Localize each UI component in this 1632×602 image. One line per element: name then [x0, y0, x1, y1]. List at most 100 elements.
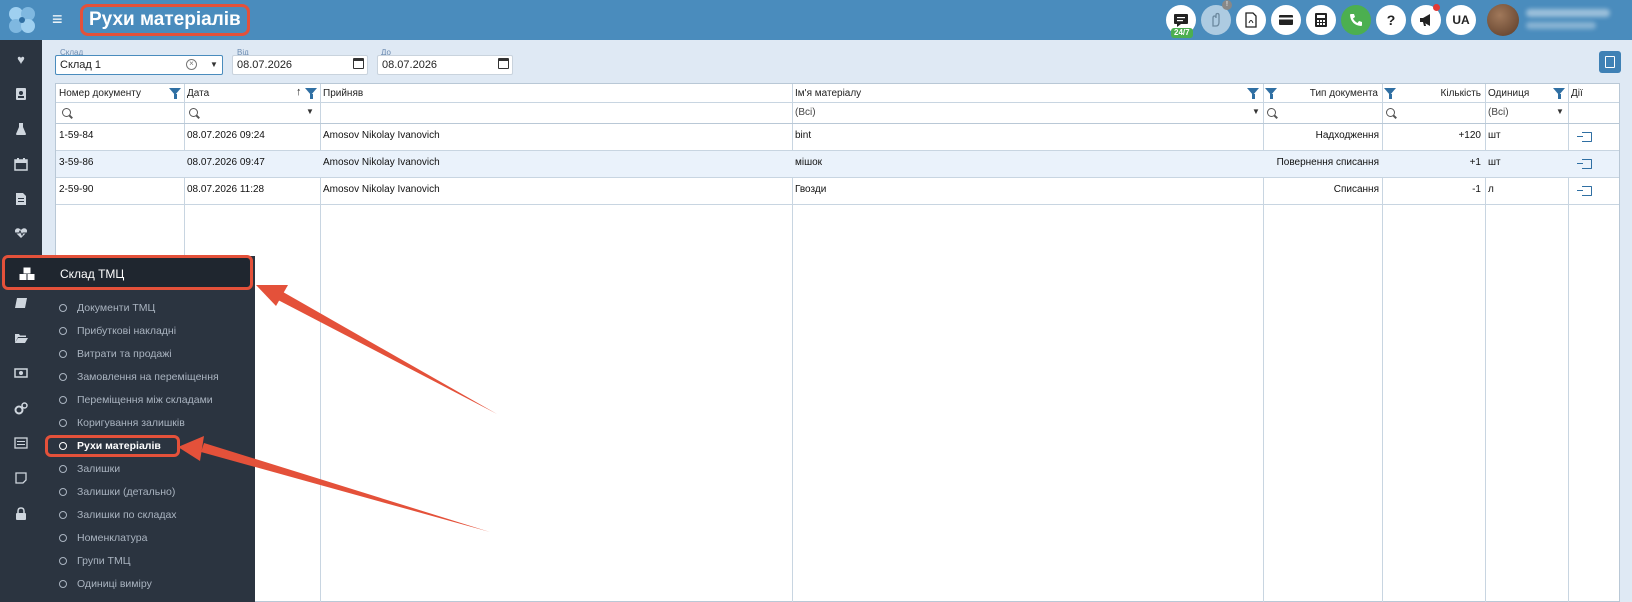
menu-item-adjustments[interactable]: Коригування залишків — [59, 414, 185, 432]
chevron-down-icon[interactable]: ▼ — [1556, 107, 1564, 116]
menu-item-label: Одиниці виміру — [77, 578, 152, 590]
date-from-value: 08.07.2026 — [237, 59, 293, 71]
search-icon[interactable] — [189, 108, 198, 117]
column-header-date[interactable]: Дата — [187, 88, 209, 99]
phone-icon[interactable] — [1341, 5, 1371, 35]
menu-item-label: Залишки — [77, 463, 121, 475]
cell-date: 08.07.2026 09:47 — [187, 157, 265, 168]
column-header-unit[interactable]: Одиниця — [1488, 88, 1529, 99]
date-from-input[interactable]: 08.07.2026 — [232, 55, 368, 75]
heart-icon[interactable]: ♥ — [13, 52, 29, 68]
filter-icon[interactable] — [1553, 88, 1565, 99]
top-bar: ≡ Рухи матеріалів ? UA 24/7 ! — [0, 0, 1632, 40]
open-document-icon[interactable] — [1577, 132, 1592, 142]
card-icon[interactable] — [1271, 5, 1301, 35]
filter-icon[interactable] — [1265, 88, 1277, 99]
column-header-accepted[interactable]: Прийняв — [323, 88, 363, 99]
menu-item-balances-by-warehouse[interactable]: Залишки по складах — [59, 506, 177, 524]
support-badge: 24/7 — [1171, 28, 1193, 38]
open-document-icon[interactable] — [1577, 159, 1592, 169]
warehouse-select[interactable]: Склад 1 — [55, 55, 223, 75]
warehouse-select-value: Склад 1 — [60, 59, 102, 71]
table-row[interactable]: 2-59-90 08.07.2026 11:28 Amosov Nikolay … — [56, 178, 1619, 205]
help-icon[interactable]: ? — [1376, 5, 1406, 35]
column-header-doc-number[interactable]: Номер документу — [59, 88, 141, 99]
book-icon[interactable] — [13, 297, 29, 313]
settings-icon[interactable] — [13, 402, 29, 418]
cash-icon[interactable] — [13, 367, 29, 383]
date-to-value: 08.07.2026 — [382, 59, 438, 71]
chevron-down-icon[interactable]: ▼ — [306, 107, 314, 116]
filter-icon[interactable] — [1384, 88, 1396, 99]
menu-item-tmc-documents[interactable]: Документи ТМЦ — [59, 299, 155, 317]
list-icon[interactable] — [13, 437, 29, 453]
date-to-input[interactable]: 08.07.2026 — [377, 55, 513, 75]
menu-item-nomenclature[interactable]: Номенклатура — [59, 529, 147, 547]
material-filter-value[interactable]: (Всі) — [795, 107, 816, 118]
document-icon[interactable] — [13, 192, 29, 208]
pdf-icon[interactable] — [1236, 5, 1266, 35]
menu-item-label: Коригування залишків — [77, 417, 185, 429]
filter-icon[interactable] — [305, 88, 317, 99]
cell-material: Гвозди — [795, 184, 827, 195]
circle-icon — [59, 534, 67, 542]
menu-item-label: Залишки по складах — [77, 509, 177, 521]
cell-doc-number: 3-59-86 — [59, 157, 94, 168]
flask-icon[interactable] — [13, 122, 29, 138]
menu-item-balances[interactable]: Залишки — [59, 460, 120, 478]
lock-icon[interactable] — [13, 507, 29, 523]
app-logo[interactable] — [6, 4, 38, 36]
circle-icon — [59, 419, 67, 427]
language-switch[interactable]: UA — [1446, 5, 1476, 35]
submenu-header[interactable]: Склад ТМЦ — [2, 255, 253, 290]
menu-toggle-icon[interactable]: ≡ — [52, 10, 63, 28]
folder-icon[interactable] — [13, 332, 29, 348]
search-icon[interactable] — [1267, 108, 1276, 117]
cell-material: мішок — [795, 157, 823, 168]
menu-item-material-movements[interactable]: Рухи матеріалів — [45, 435, 180, 457]
filter-icon[interactable] — [169, 88, 181, 99]
column-header-material[interactable]: Ім'я матеріалу — [795, 88, 861, 99]
menu-item-receipts[interactable]: Прибуткові накладні — [59, 322, 176, 340]
menu-item-balances-detailed[interactable]: Залишки (детально) — [59, 483, 175, 501]
filter-icon[interactable] — [1247, 88, 1259, 99]
table-row[interactable]: 1-59-84 08.07.2026 09:24 Amosov Nikolay … — [56, 124, 1619, 151]
cell-quantity: +1 — [1469, 157, 1481, 168]
notification-dot — [1433, 4, 1440, 11]
cell-date: 08.07.2026 09:24 — [187, 130, 265, 141]
heartbeat-icon[interactable] — [13, 227, 29, 243]
menu-item-transfers[interactable]: Переміщення між складами — [59, 391, 213, 409]
chevron-down-icon[interactable]: ▼ — [1252, 107, 1260, 116]
circle-icon — [59, 304, 67, 312]
cell-unit: шт — [1488, 157, 1501, 168]
grid-header-row: Номер документу Дата ↑ Прийняв Ім'я мате… — [56, 84, 1619, 103]
user-role-blurred — [1526, 22, 1596, 29]
calendar-icon[interactable] — [353, 58, 364, 69]
calendar-icon[interactable] — [13, 157, 29, 173]
chevron-down-icon[interactable]: ▼ — [210, 60, 218, 69]
menu-item-transfer-orders[interactable]: Замовлення на переміщення — [59, 368, 219, 386]
menu-item-label: Залишки (детально) — [77, 486, 176, 498]
calculator-icon[interactable] — [1306, 5, 1336, 35]
column-header-doc-type[interactable]: Тип документа — [1282, 88, 1378, 99]
search-icon[interactable] — [62, 108, 71, 117]
avatar[interactable] — [1487, 4, 1519, 36]
table-row[interactable]: 3-59-86 08.07.2026 09:47 Amosov Nikolay … — [56, 151, 1619, 178]
circle-icon — [59, 465, 67, 473]
calendar-icon[interactable] — [498, 58, 509, 69]
note-icon[interactable] — [13, 472, 29, 488]
circle-icon — [59, 511, 67, 519]
unit-filter-value[interactable]: (Всі) — [1488, 107, 1509, 118]
boxes-icon — [19, 267, 35, 284]
menu-item-units[interactable]: Одиниці виміру — [59, 575, 152, 593]
open-document-icon[interactable] — [1577, 186, 1592, 196]
search-icon[interactable] — [1386, 108, 1395, 117]
clear-icon[interactable]: × — [186, 59, 197, 70]
export-button[interactable] — [1599, 51, 1621, 73]
menu-item-expenses-sales[interactable]: Витрати та продажі — [59, 345, 172, 363]
cell-doc-number: 2-59-90 — [59, 184, 94, 195]
column-header-quantity[interactable]: Кількість — [1402, 88, 1481, 99]
sort-asc-icon[interactable]: ↑ — [296, 86, 302, 98]
menu-item-tmc-groups[interactable]: Групи ТМЦ — [59, 552, 130, 570]
contacts-icon[interactable] — [13, 87, 29, 103]
